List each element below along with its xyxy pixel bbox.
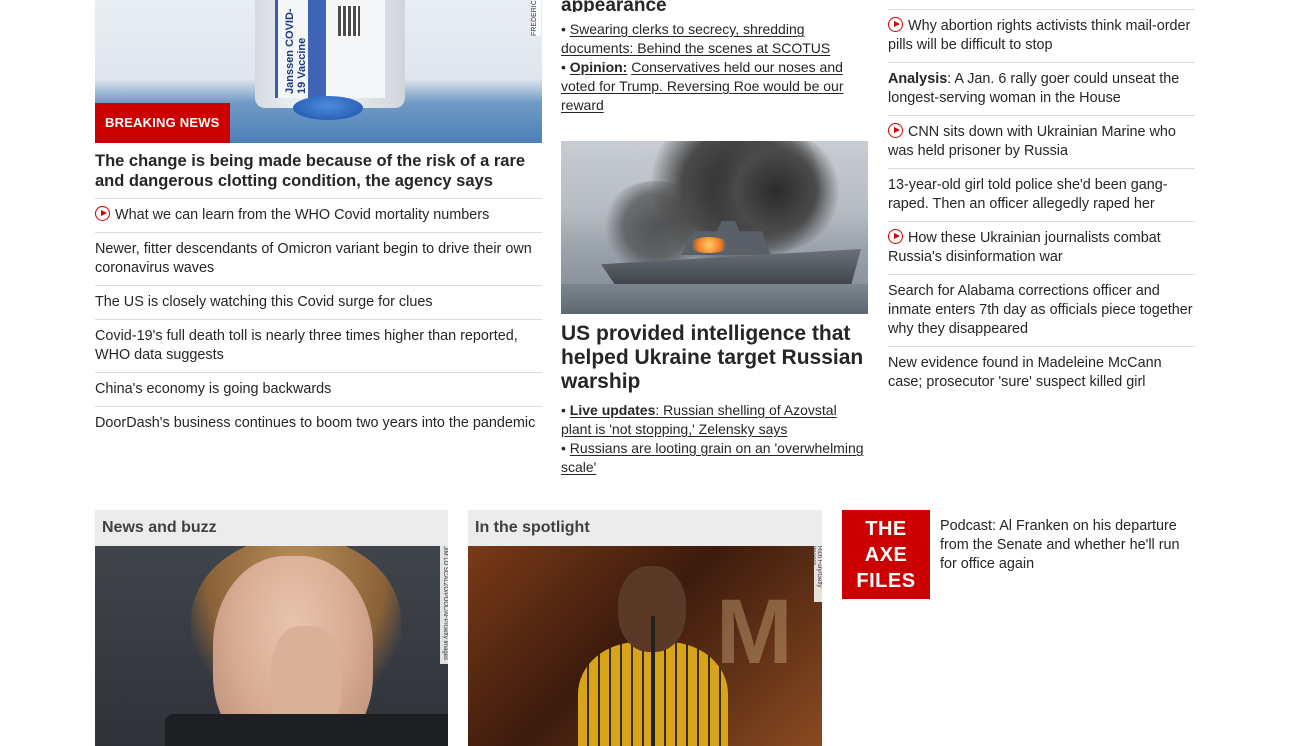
sea: [561, 284, 868, 314]
stage-letters: M: [716, 581, 793, 683]
hero-headline[interactable]: The change is being made because of the …: [95, 151, 542, 199]
list-item-text: The US is closely watching this Covid su…: [95, 294, 433, 310]
news-and-buzz-card: News and buzz JIM LO SCALZO/POOL/AFP/Get…: [95, 510, 448, 746]
related-link-label: Live updates: [569, 402, 656, 418]
photo-credit: JIM LO SCALZO/POOL/AFP/Getty Images: [440, 546, 448, 664]
related-link[interactable]: • Swearing clerks to secrecy, shredding …: [561, 20, 868, 58]
list-item-text: New evidence found in Madeleine McCann c…: [888, 355, 1162, 390]
photo-credit: FREDERIC: [531, 0, 541, 36]
vial-cap: [293, 96, 363, 120]
news-buzz-image[interactable]: JIM LO SCALZO/POOL/AFP/Getty Images: [95, 546, 448, 746]
fire-glow: [689, 237, 729, 253]
video-play-icon: [888, 229, 903, 244]
list-item[interactable]: China's economy is going backwards: [95, 373, 542, 407]
list-item[interactable]: Newer, fitter descendants of Omicron var…: [95, 233, 542, 286]
related-link-text: Russians are looting grain on an 'overwh…: [561, 440, 864, 475]
list-item[interactable]: DoorDash's business continues to boom tw…: [95, 407, 542, 440]
logo-line: THE: [865, 518, 907, 540]
spotlight-image[interactable]: M Rich Fury/Getty Images: [468, 546, 822, 746]
list-item[interactable]: The US is closely watching this Covid su…: [95, 286, 542, 320]
related-link[interactable]: • Opinion: Conservatives held our noses …: [561, 58, 868, 115]
list-item-text: 13-year-old girl told police she'd been …: [888, 177, 1168, 212]
top-story-related-links: • Swearing clerks to secrecy, shredding …: [561, 20, 868, 115]
list-item[interactable]: Covid-19's full death toll is nearly thr…: [95, 320, 542, 373]
microphone-stand: [651, 616, 655, 746]
related-link-text: Swearing clerks to secrecy, shredding do…: [561, 21, 831, 56]
top-stories-column: appearance • Swearing clerks to secrecy,…: [561, 0, 868, 477]
axe-files-logo[interactable]: THE AXE FILES: [842, 510, 930, 599]
list-item-text: Search for Alabama corrections officer a…: [888, 283, 1193, 337]
list-item[interactable]: 13-year-old girl told police she'd been …: [888, 169, 1195, 222]
list-item[interactable]: CNN sits down with Ukrainian Marine who …: [888, 116, 1195, 169]
related-link[interactable]: • Live updates: Russian shelling of Azov…: [561, 401, 868, 439]
video-play-icon: [888, 123, 903, 138]
list-item-text: Covid-19's full death toll is nearly thr…: [95, 328, 518, 363]
podcast-card[interactable]: THE AXE FILES Podcast: Al Franken on his…: [842, 510, 1195, 600]
video-play-icon: [888, 17, 903, 32]
vaccine-vial-image[interactable]: Janssen COVID-19 Vaccine FREDERIC BREAKI…: [95, 0, 542, 143]
vial-label-stripe: [308, 0, 326, 98]
vial-label: Janssen COVID-19 Vaccine: [275, 0, 385, 98]
logo-line: AXE: [864, 544, 908, 566]
in-the-spotlight-card: In the spotlight M Rich Fury/Getty Image…: [468, 510, 822, 746]
list-item[interactable]: What we can learn from the WHO Covid mor…: [95, 199, 542, 233]
witness-stand: [165, 714, 448, 746]
list-item-label: Analysis: [888, 71, 948, 87]
smoke-plume: [601, 181, 711, 271]
list-item-text: DoorDash's business continues to boom tw…: [95, 415, 536, 431]
zone-title: News and buzz: [95, 510, 448, 546]
vial-label-text: Janssen COVID-19 Vaccine: [284, 8, 308, 94]
video-play-icon: [95, 206, 110, 221]
list-item-text: What we can learn from the WHO Covid mor…: [115, 207, 490, 223]
warship-image[interactable]: [561, 141, 868, 314]
related-link-label: Opinion:: [569, 59, 628, 75]
zone-title: In the spotlight: [468, 510, 822, 546]
list-item-text: Why abortion rights activists think mail…: [888, 18, 1191, 53]
related-link[interactable]: • Russians are looting grain on an 'over…: [561, 439, 868, 477]
list-item-text: How these Ukrainian journalists combat R…: [888, 230, 1161, 265]
logo-line: FILES: [856, 570, 916, 592]
vial-barcode: [338, 6, 360, 36]
list-item[interactable]: How these Ukrainian journalists combat R…: [888, 222, 1195, 275]
list-item-text: Newer, fitter descendants of Omicron var…: [95, 241, 532, 276]
warship-related-links: • Live updates: Russian shelling of Azov…: [561, 401, 868, 477]
breaking-news-badge: BREAKING NEWS: [95, 103, 230, 143]
list-item[interactable]: Why abortion rights activists think mail…: [888, 10, 1195, 63]
warship-headline[interactable]: US provided intelligence that helped Ukr…: [561, 322, 868, 394]
podcast-headline[interactable]: Podcast: Al Franken on his departure fro…: [940, 517, 1196, 574]
list-item[interactable]: New evidence found in Madeleine McCann c…: [888, 347, 1195, 399]
top-story-headline[interactable]: appearance: [561, 0, 868, 12]
photo-credit: Rich Fury/Getty Images: [814, 546, 822, 602]
list-item-text: China's economy is going backwards: [95, 381, 332, 397]
list-item[interactable]: Search for Alabama corrections officer a…: [888, 275, 1195, 347]
list-item[interactable]: Analysis: A Jan. 6 rally goer could unse…: [888, 63, 1195, 116]
more-stories-column: Why abortion rights activists think mail…: [888, 0, 1195, 399]
health-column: Janssen COVID-19 Vaccine FREDERIC BREAKI…: [95, 0, 542, 440]
list-item-text: CNN sits down with Ukrainian Marine who …: [888, 124, 1176, 159]
